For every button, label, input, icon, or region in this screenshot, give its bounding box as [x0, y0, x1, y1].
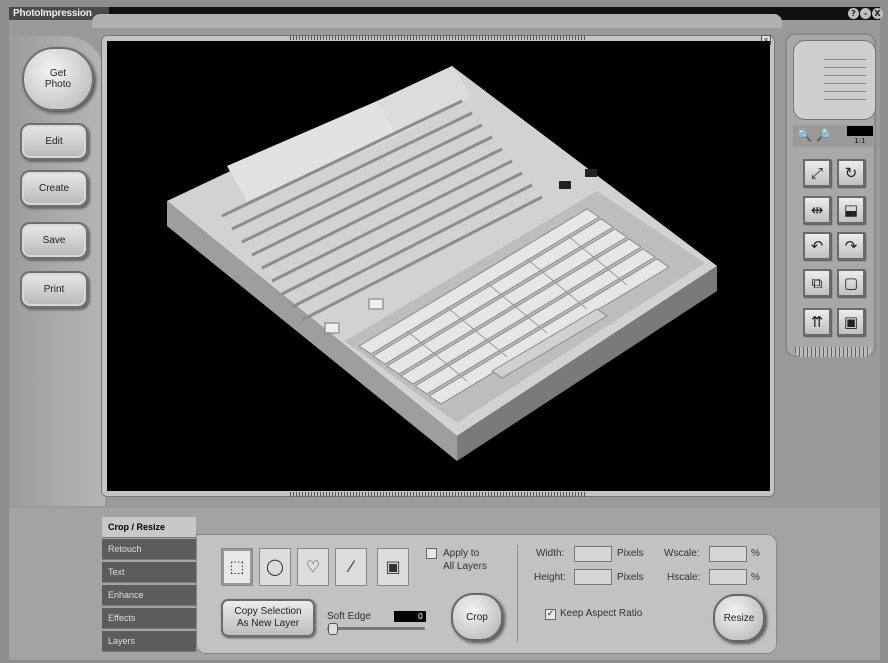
- print-button[interactable]: Print: [20, 271, 88, 308]
- redo-icon[interactable]: ↷: [837, 232, 865, 260]
- zoom-display: [847, 126, 873, 136]
- soft-edge-label: Soft Edge: [327, 611, 371, 622]
- tab-layers[interactable]: Layers: [102, 631, 196, 652]
- computer-photo: [167, 66, 717, 461]
- rail-footer: [795, 347, 871, 357]
- hscale-percent: %: [751, 572, 760, 583]
- width-input[interactable]: [574, 546, 612, 562]
- resize-button[interactable]: Resize: [713, 594, 765, 642]
- copy-selection-button[interactable]: Copy Selection As New Layer: [221, 599, 315, 637]
- height-input[interactable]: [574, 569, 612, 585]
- layers-icon[interactable]: ⇈: [803, 308, 831, 336]
- freehand-select-icon[interactable]: ♡: [297, 548, 329, 586]
- zoom-ratio[interactable]: 1:1: [847, 137, 873, 146]
- frame-icon[interactable]: ▣: [837, 308, 865, 336]
- hscale-input[interactable]: [709, 569, 747, 585]
- photo-canvas[interactable]: [107, 41, 770, 491]
- top-band: [92, 14, 782, 28]
- copy-line-1: Copy Selection: [234, 606, 302, 617]
- tab-crop-resize[interactable]: Crop / Resize: [102, 517, 196, 538]
- preview-line: [824, 75, 866, 76]
- soft-edge-slider-knob[interactable]: [328, 623, 338, 635]
- bottom-ruler: [290, 492, 585, 497]
- preview-navigator[interactable]: [793, 40, 876, 120]
- ellipse-select-icon[interactable]: ◯: [259, 548, 291, 586]
- preview-line: [824, 99, 866, 100]
- close-button[interactable]: X: [872, 8, 883, 19]
- wscale-input[interactable]: [709, 546, 747, 562]
- fit-window-icon[interactable]: ⤢: [803, 159, 831, 187]
- paste-icon[interactable]: ▢: [837, 269, 865, 297]
- get-photo-label-1: Get: [49, 68, 67, 79]
- wscale-percent: %: [751, 548, 760, 559]
- apply-all-layers-checkbox[interactable]: [426, 548, 437, 559]
- select-all-icon[interactable]: ▣: [377, 548, 409, 586]
- flip-vertical-icon[interactable]: ⬓: [837, 196, 865, 224]
- get-photo-label-2: Photo: [44, 79, 72, 90]
- get-photo-button[interactable]: Get Photo: [22, 47, 94, 111]
- tab-effects[interactable]: Effects: [102, 608, 196, 629]
- zoom-in-icon[interactable]: 🔍: [797, 128, 812, 143]
- zoom-out-icon[interactable]: 🔎: [816, 128, 831, 143]
- undo-icon[interactable]: ↶: [803, 232, 831, 260]
- tab-text[interactable]: Text: [102, 562, 196, 583]
- preview-line: [824, 59, 866, 60]
- save-button[interactable]: Save: [20, 222, 88, 259]
- preview-line: [824, 67, 866, 68]
- apply-label-1: Apply to: [443, 548, 480, 559]
- wscale-label: Wscale:: [664, 548, 700, 559]
- crop-button[interactable]: Crop: [451, 593, 503, 641]
- preview-line: [824, 91, 866, 92]
- tab-retouch[interactable]: Retouch: [102, 539, 196, 560]
- rotate-icon[interactable]: ↻: [837, 159, 865, 187]
- width-label: Width:: [536, 548, 565, 559]
- keep-aspect-checkbox[interactable]: ✓: [545, 609, 556, 620]
- width-pixels-label: Pixels: [617, 548, 644, 559]
- rect-select-icon[interactable]: ⬚: [221, 548, 253, 586]
- preview-line: [824, 83, 866, 84]
- copy-line-2: As New Layer: [236, 618, 300, 629]
- create-button[interactable]: Create: [20, 170, 88, 207]
- magic-wand-icon[interactable]: ⁄: [335, 548, 367, 586]
- help-button[interactable]: ?: [848, 8, 859, 19]
- panel-divider: [517, 545, 518, 642]
- brand-logo: ArcSoft: [14, 22, 41, 31]
- app-title: PhotoImpression: [13, 8, 92, 19]
- copy-icon[interactable]: ⧉: [803, 269, 831, 297]
- minimize-button[interactable]: -: [860, 8, 871, 19]
- app-window: PhotoImpression ? - X ArcSoft Get Photo E…: [0, 0, 888, 663]
- edit-button[interactable]: Edit: [20, 123, 88, 160]
- height-pixels-label: Pixels: [617, 572, 644, 583]
- flip-horizontal-icon[interactable]: ⇹: [803, 196, 831, 224]
- height-label: Height:: [534, 572, 566, 583]
- soft-edge-value: 0: [394, 611, 426, 622]
- soft-edge-slider[interactable]: [327, 627, 425, 630]
- apply-label-2: All Layers: [443, 561, 487, 572]
- hscale-label: Hscale:: [667, 572, 701, 583]
- keep-aspect-label: Keep Aspect Ratio: [560, 608, 643, 619]
- top-ruler: [290, 35, 585, 40]
- tab-enhance[interactable]: Enhance: [102, 585, 196, 606]
